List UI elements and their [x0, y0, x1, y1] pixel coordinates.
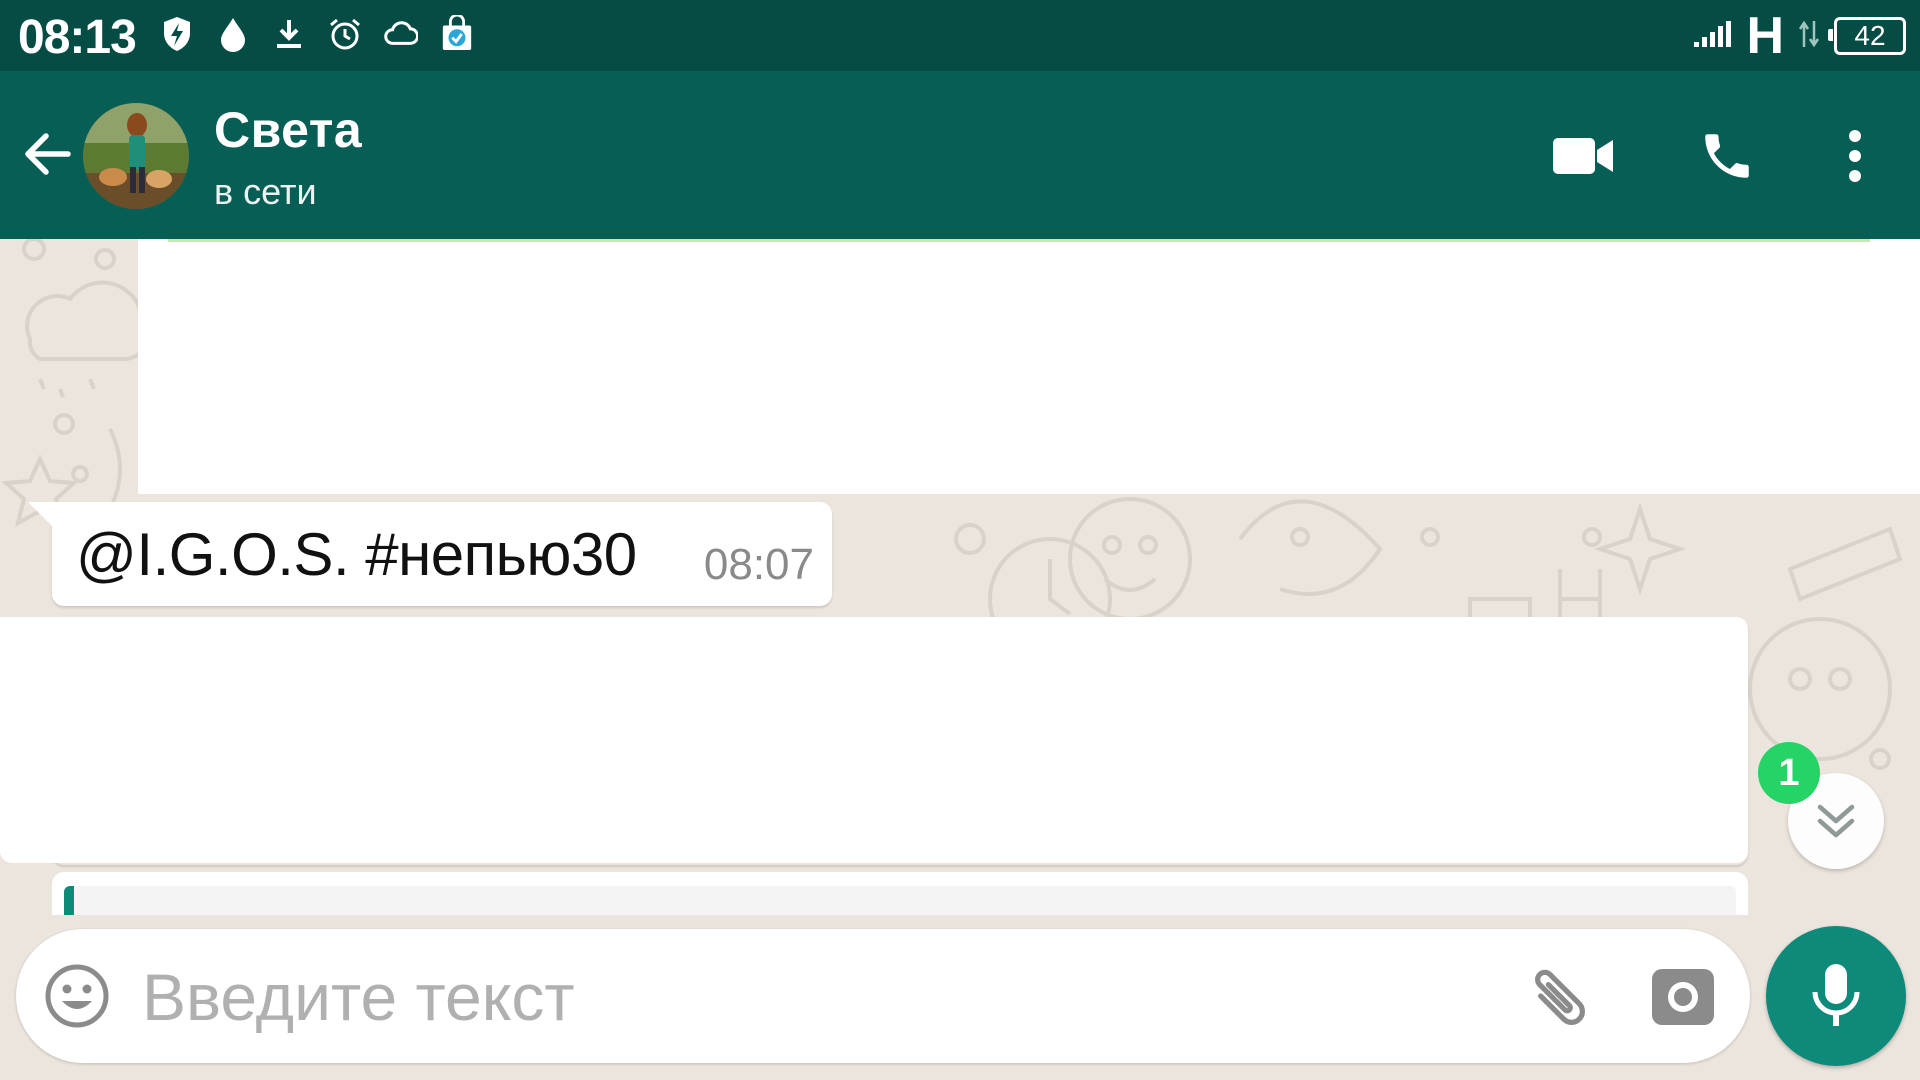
- chat-area[interactable]: @I.G.O.S. #непью30 08:07: [0, 239, 1920, 915]
- overflow-menu-button[interactable]: [1832, 121, 1878, 191]
- shopping-bag-icon: [440, 14, 474, 54]
- voice-call-button[interactable]: [1692, 121, 1762, 191]
- message-input[interactable]: [142, 957, 1192, 1037]
- status-right-cluster: H 42: [1692, 7, 1906, 65]
- alarm-icon: [328, 14, 362, 54]
- contact-status: в сети: [214, 171, 317, 212]
- attach-button[interactable]: [1516, 959, 1590, 1033]
- paperclip-icon: [1535, 969, 1585, 1025]
- phone-icon: [1705, 134, 1749, 178]
- quoted-message[interactable]: [64, 886, 1736, 915]
- chat-toolbar: Света в сети: [0, 71, 1920, 239]
- more-vert-icon: [1849, 130, 1861, 182]
- reply-message-bubble[interactable]: [52, 872, 1748, 915]
- signal-icon: [1692, 20, 1732, 53]
- drop-icon: [216, 14, 250, 54]
- media-message-preview[interactable]: [138, 239, 1920, 494]
- contact-avatar[interactable]: [83, 103, 189, 209]
- message-time: 08:07: [703, 540, 814, 589]
- video-call-button[interactable]: [1548, 121, 1618, 191]
- camera-icon: [1652, 969, 1714, 1025]
- videocam-icon: [1553, 138, 1613, 174]
- message-text: @I.G.O.S. #непью30: [76, 521, 637, 588]
- double-chevron-down-icon: [1817, 804, 1855, 838]
- data-arrows-icon: [1798, 19, 1820, 54]
- status-time: 08:13: [18, 11, 137, 64]
- contact-name[interactable]: Света: [214, 101, 362, 159]
- back-button[interactable]: [18, 123, 80, 185]
- incoming-message-bubble[interactable]: @I.G.O.S. #непью30 08:07: [28, 502, 832, 606]
- download-icon: [272, 14, 306, 54]
- unread-count-badge[interactable]: 1: [1758, 742, 1820, 804]
- battery-indicator: 42: [1828, 17, 1906, 55]
- status-bar: 08:13 H 42: [0, 0, 1920, 71]
- shield-bolt-icon: [160, 14, 194, 54]
- arrow-back-icon: [25, 133, 71, 175]
- media-message-card[interactable]: [0, 617, 1748, 863]
- network-type: H: [1746, 7, 1784, 65]
- mic-icon: [1812, 964, 1860, 1026]
- emoji-icon: [45, 964, 109, 1028]
- emoji-button[interactable]: [44, 963, 110, 1029]
- status-notification-icons: [160, 14, 474, 54]
- voice-record-button[interactable]: [1766, 926, 1906, 1066]
- message-composer: [16, 929, 1750, 1063]
- camera-button[interactable]: [1648, 961, 1718, 1031]
- cloud-icon: [384, 14, 418, 54]
- avatar-photo: [83, 103, 189, 209]
